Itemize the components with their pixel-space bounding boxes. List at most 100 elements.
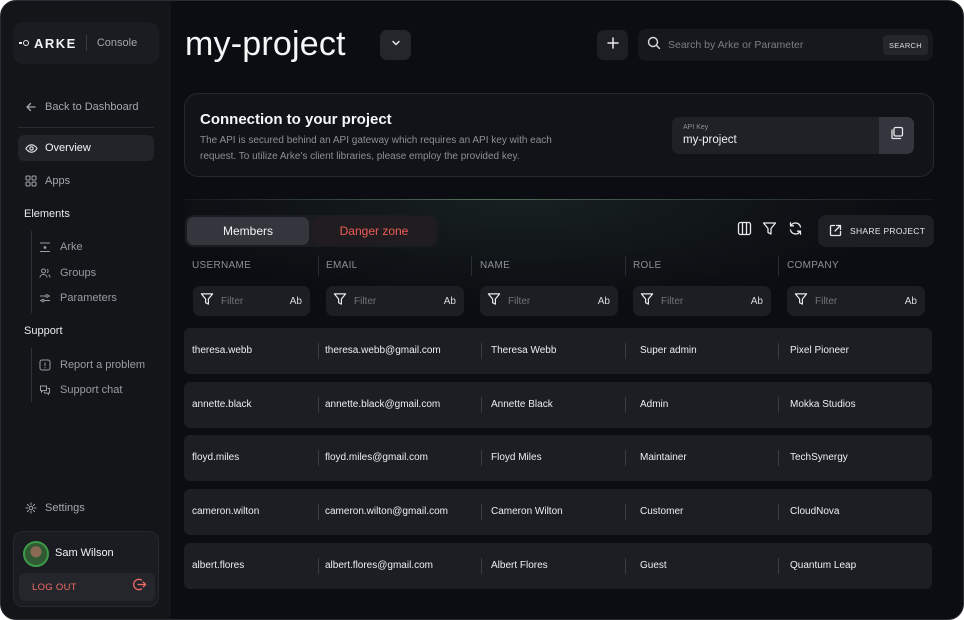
chevron-down-icon	[390, 36, 402, 54]
groups-icon	[39, 267, 51, 279]
grid-icon	[24, 174, 38, 188]
cell-role: Super admin	[640, 345, 697, 356]
row-divider	[318, 450, 319, 466]
cell-username: annette.black	[192, 399, 252, 410]
row-divider	[625, 397, 626, 413]
text-match-toggle[interactable]: Ab	[598, 296, 610, 307]
column-divider	[778, 256, 779, 276]
cell-username: floyd.miles	[192, 452, 240, 463]
row-divider	[318, 558, 319, 574]
sidebar-item-label: Apps	[45, 175, 71, 187]
external-link-icon	[829, 224, 842, 239]
filter-input[interactable]	[221, 295, 281, 307]
columns-icon	[737, 221, 752, 241]
user-card: Sam Wilson LOG OUT	[13, 531, 159, 607]
avatar[interactable]	[23, 541, 49, 567]
api-key-value: my-project	[683, 134, 737, 146]
cell-role: Guest	[640, 560, 667, 571]
cell-role: Maintainer	[640, 452, 687, 463]
add-button[interactable]	[597, 30, 628, 60]
gear-icon	[24, 501, 38, 515]
text-match-toggle[interactable]: Ab	[905, 296, 917, 307]
project-dropdown-button[interactable]	[380, 30, 411, 60]
sidebar-item-groups[interactable]: Groups	[39, 262, 96, 284]
cell-email: cameron.wilton@gmail.com	[325, 506, 448, 517]
api-key-field[interactable]: API Key my-project	[672, 117, 879, 154]
column-header-email[interactable]: EMAIL	[326, 260, 358, 271]
filter-button[interactable]	[761, 221, 777, 241]
filter-input[interactable]	[508, 295, 568, 307]
cell-name: Albert Flores	[491, 560, 548, 571]
user-name: Sam Wilson	[55, 547, 114, 559]
brand-name: ARKE	[34, 35, 77, 51]
filter-input[interactable]	[815, 295, 875, 307]
sidebar-item-parameters[interactable]: Parameters	[39, 287, 117, 309]
cell-company: Pixel Pioneer	[790, 345, 849, 356]
filter-role: Ab	[633, 286, 771, 316]
arrow-left-icon	[24, 100, 38, 114]
refresh-button[interactable]	[787, 222, 803, 239]
connection-card: Connection to your project The API is se…	[184, 93, 934, 177]
filter-input[interactable]	[661, 295, 721, 307]
filter-input[interactable]	[354, 295, 414, 307]
text-match-toggle[interactable]: Ab	[751, 296, 763, 307]
back-to-dashboard-link[interactable]: Back to Dashboard	[18, 94, 154, 120]
sidebar-item-apps[interactable]: Apps	[18, 168, 154, 194]
back-label: Back to Dashboard	[45, 101, 139, 113]
column-divider	[625, 256, 626, 276]
column-header-username[interactable]: USERNAME	[192, 260, 251, 271]
column-divider	[471, 256, 472, 276]
filter-icon	[762, 221, 777, 241]
row-divider	[481, 397, 482, 413]
cell-company: CloudNova	[790, 506, 840, 517]
search-input[interactable]	[668, 39, 878, 51]
sidebar-item-overview[interactable]: Overview	[18, 135, 154, 161]
copy-api-key-button[interactable]	[879, 117, 914, 154]
sidebar-item-arke[interactable]: Arke	[39, 236, 83, 258]
console-label: Console	[96, 37, 138, 49]
table-row[interactable]: cameron.wilton cameron.wilton@gmail.com …	[184, 489, 932, 535]
column-header-company[interactable]: COMPANY	[787, 260, 839, 271]
sidebar-item-report-problem[interactable]: Report a problem	[39, 354, 145, 376]
row-divider	[625, 450, 626, 466]
tab-members[interactable]: Members	[187, 217, 309, 245]
cell-email: floyd.miles@gmail.com	[325, 452, 428, 463]
cell-name: Floyd Miles	[491, 452, 542, 463]
cell-email: theresa.webb@gmail.com	[325, 345, 441, 356]
table-row[interactable]: albert.flores albert.flores@gmail.com Al…	[184, 543, 932, 589]
column-header-role[interactable]: ROLE	[633, 260, 661, 271]
row-divider	[778, 504, 779, 520]
filter-icon	[794, 292, 808, 311]
support-tree-line	[31, 348, 32, 402]
table-row[interactable]: annette.black annette.black@gmail.com An…	[184, 382, 932, 428]
arke-logo: ARKE	[19, 35, 77, 51]
brand-block[interactable]: ARKE Console	[13, 22, 159, 64]
text-match-toggle[interactable]: Ab	[444, 296, 456, 307]
filter-icon	[640, 292, 654, 311]
share-project-button[interactable]: SHARE PROJECT	[818, 215, 934, 247]
cell-name: Theresa Webb	[491, 345, 557, 356]
cell-username: albert.flores	[192, 560, 245, 571]
logo-mark-icon	[19, 40, 29, 46]
sidebar-item-support-chat[interactable]: Support chat	[39, 379, 122, 401]
row-divider	[318, 343, 319, 359]
row-divider	[625, 343, 626, 359]
columns-button[interactable]	[736, 221, 752, 241]
filter-icon	[487, 292, 501, 311]
text-match-toggle[interactable]: Ab	[290, 296, 302, 307]
eye-icon	[24, 141, 38, 155]
sidebar-item-settings[interactable]: Settings	[18, 495, 154, 521]
table-row[interactable]: theresa.webb theresa.webb@gmail.com Ther…	[184, 328, 932, 374]
logout-button[interactable]: LOG OUT	[19, 573, 155, 601]
cell-company: Quantum Leap	[790, 560, 857, 571]
filter-email: Ab	[326, 286, 464, 316]
search-bar: SEARCH	[638, 29, 933, 61]
table-row[interactable]: floyd.miles floyd.miles@gmail.com Floyd …	[184, 435, 932, 481]
column-header-name[interactable]: NAME	[480, 260, 510, 271]
connection-title: Connection to your project	[200, 111, 392, 128]
row-divider	[778, 343, 779, 359]
tab-danger-zone[interactable]: Danger zone	[313, 217, 435, 245]
sidebar-divider	[18, 127, 154, 128]
search-button[interactable]: SEARCH	[882, 35, 928, 55]
filter-icon	[333, 292, 347, 311]
